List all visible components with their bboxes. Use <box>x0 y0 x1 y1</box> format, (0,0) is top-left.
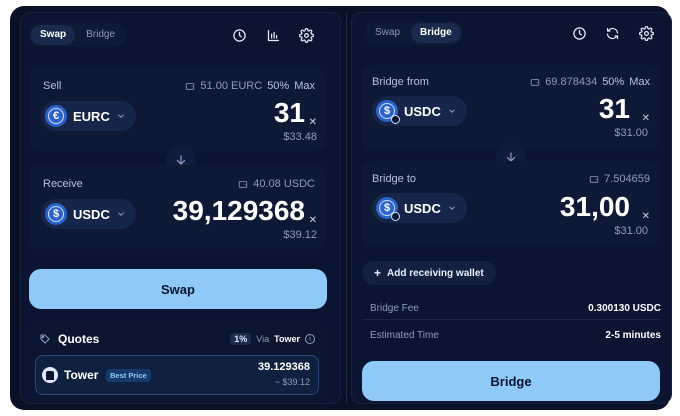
best-price-badge: Best Price <box>106 369 151 382</box>
app-frame: Swap Bridge Sell 51.00 EURC 50% Max € EU… <box>10 6 672 410</box>
sell-token-symbol: EURC <box>73 108 110 124</box>
sell-fiat: $33.48 <box>283 131 317 143</box>
clear-receive-icon[interactable]: ✕ <box>309 215 317 226</box>
receive-balance: 40.08 USDC <box>253 178 315 190</box>
quote-amount: 39.129368 <box>258 361 310 373</box>
refresh-icon[interactable] <box>602 23 622 43</box>
quotes-header: Quotes <box>39 332 99 346</box>
chain-badge-icon <box>391 212 400 221</box>
bridge-to-amount: 31,00 <box>559 191 630 222</box>
tab-swap[interactable]: Swap <box>366 23 409 43</box>
add-receiving-wallet-button[interactable]: + Add receiving wallet <box>362 261 496 285</box>
bridge-from-amount[interactable]: 31 <box>599 93 630 125</box>
chevron-down-icon <box>449 109 455 113</box>
tab-swap[interactable]: Swap <box>31 25 76 45</box>
usdc-icon: $ <box>376 197 400 221</box>
bridge-from-fiat: $31.00 <box>614 127 648 139</box>
chart-icon[interactable] <box>263 25 283 45</box>
quotes-title: Quotes <box>58 332 100 346</box>
sell-amount[interactable]: 31 <box>274 97 305 129</box>
bridge-fee-label: Bridge Fee <box>370 303 419 314</box>
quotes-route: 1% Via Tower i <box>230 333 315 345</box>
receive-balance-row: 40.08 USDC <box>238 178 315 190</box>
wallet-icon <box>239 181 248 188</box>
bridge-to-token-symbol: USDC <box>404 200 441 216</box>
sell-balance: 51.00 EURC <box>200 80 263 92</box>
usdc-icon: $ <box>376 100 400 124</box>
row-divider <box>362 319 661 320</box>
sell-max-button[interactable]: Max <box>294 80 315 92</box>
bridge-from-token-select[interactable]: $ USDC <box>372 96 467 126</box>
receive-label: Receive <box>43 178 83 190</box>
clear-bridge-from-icon[interactable]: ✕ <box>642 113 650 124</box>
swap-button[interactable]: Swap <box>29 269 327 309</box>
quote-provider: Tower <box>64 368 99 382</box>
sell-half-button[interactable]: 50% <box>267 80 289 92</box>
sell-label: Sell <box>43 80 62 92</box>
bridge-half-button[interactable]: 50% <box>602 76 624 88</box>
bridge-from-label: Bridge from <box>372 76 429 88</box>
eurc-icon: € <box>45 105 67 127</box>
tag-icon <box>40 334 50 344</box>
bridge-from-token-symbol: USDC <box>404 103 441 119</box>
history-icon[interactable] <box>229 25 249 45</box>
wallet-icon <box>531 79 540 86</box>
chain-badge-icon <box>391 115 400 124</box>
tab-bridge[interactable]: Bridge <box>411 23 461 43</box>
tower-logo-icon <box>42 367 58 383</box>
estimated-time-value: 2-5 minutes <box>605 330 661 341</box>
swap-mode-tabs: Swap Bridge <box>29 23 127 47</box>
estimated-time-label: Estimated Time <box>370 330 439 341</box>
clear-sell-icon[interactable]: ✕ <box>309 117 317 128</box>
clear-bridge-to-icon[interactable]: ✕ <box>642 211 650 222</box>
wallet-icon <box>589 176 599 183</box>
tab-bridge[interactable]: Bridge <box>77 25 124 45</box>
receive-amount: 39,129368 <box>172 195 305 226</box>
receive-token-symbol: USDC <box>73 206 110 222</box>
fee-badge: 1% <box>230 333 252 345</box>
settings-icon[interactable] <box>636 23 656 43</box>
bridge-from-balance-row: 69.878434 50% Max <box>530 76 650 88</box>
bridge-from-card: Bridge from 69.878434 50% Max $ USDC 31 … <box>362 65 660 149</box>
info-icon[interactable]: i <box>305 334 315 344</box>
plus-icon: + <box>374 266 382 280</box>
bridge-to-balance-row: 7.504659 <box>589 173 650 185</box>
chevron-down-icon <box>118 114 124 118</box>
bridge-to-label: Bridge to <box>372 173 417 185</box>
usdc-icon: $ <box>45 203 67 225</box>
wallet-icon <box>186 83 195 90</box>
bridge-fee-value: 0.300130 USDC <box>588 303 661 314</box>
chevron-down-icon <box>449 206 455 210</box>
quote-row[interactable]: Tower Best Price 39.129368 ~ $39.12 <box>35 355 319 395</box>
bridge-mode-tabs: Swap Bridge <box>364 21 463 45</box>
settings-icon[interactable] <box>296 25 316 45</box>
bridge-to-card: Bridge to 7.504659 $ USDC 31,00 ✕ $31.00 <box>362 161 660 245</box>
via-label: Via <box>256 334 270 344</box>
sell-token-select[interactable]: € EURC <box>41 101 136 131</box>
bridge-to-token-select[interactable]: $ USDC <box>372 193 467 223</box>
swap-panel: Swap Bridge Sell 51.00 EURC 50% Max € EU… <box>20 12 341 404</box>
bridge-button[interactable]: Bridge <box>362 361 660 401</box>
bridge-to-balance: 7.504659 <box>604 173 650 185</box>
panel-divider <box>346 12 347 404</box>
receive-token-select[interactable]: $ USDC <box>41 199 136 229</box>
receive-card: Receive 40.08 USDC $ USDC 39,129368 ✕ $3… <box>29 165 325 249</box>
sell-card: Sell 51.00 EURC 50% Max € EURC 31 ✕ $33.… <box>29 67 325 151</box>
bridge-from-balance: 69.878434 <box>545 76 598 88</box>
bridge-max-button[interactable]: Max <box>629 76 650 88</box>
quotes-section: Quotes 1% Via Tower i Tower Best Price 3… <box>29 325 325 403</box>
quote-fiat: ~ $39.12 <box>274 377 310 387</box>
receive-fiat: $39.12 <box>283 229 317 241</box>
bridge-panel: Swap Bridge Bridge from 69.878434 50% Ma… <box>351 12 672 404</box>
chevron-down-icon <box>118 212 124 216</box>
bridge-to-fiat: $31.00 <box>614 225 648 237</box>
via-name: Tower <box>274 334 300 344</box>
sell-balance-row: 51.00 EURC 50% Max <box>185 80 315 92</box>
add-receiving-wallet-label: Add receiving wallet <box>387 267 484 279</box>
history-icon[interactable] <box>569 23 589 43</box>
